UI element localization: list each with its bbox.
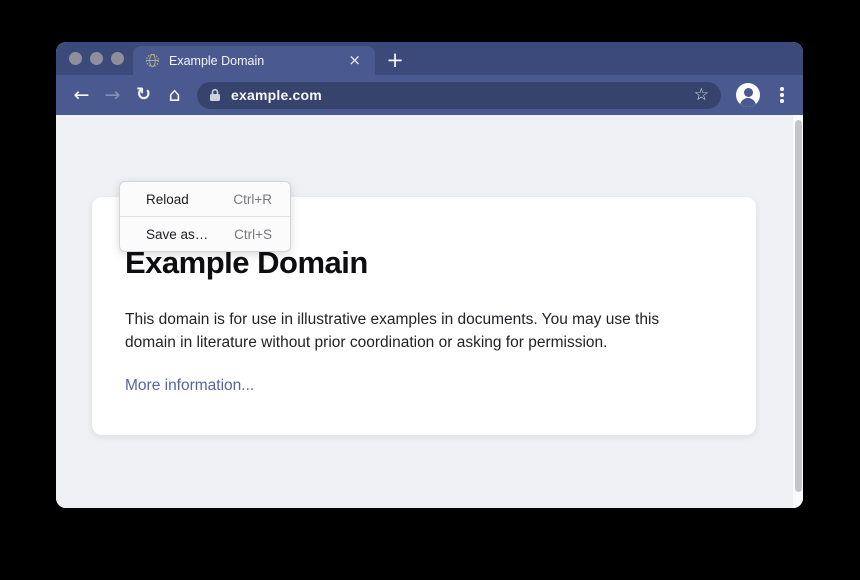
menu-item-label: Reload (146, 192, 189, 207)
home-button[interactable]: ⌂ (159, 86, 190, 105)
toolbar: ← → ↻ ⌂ example.com ☆ (56, 75, 803, 115)
back-button[interactable]: ← (66, 86, 97, 105)
tab-example-domain[interactable]: Example Domain × (133, 46, 375, 75)
minimize-window-button[interactable] (90, 52, 103, 65)
menu-item-label: Save as… (146, 227, 208, 242)
more-information-link[interactable]: More information... (125, 377, 254, 395)
desktop-background: { "colors": { "chrome_frame": "#3B497B",… (0, 0, 860, 580)
context-menu-item-reload[interactable]: Reload Ctrl+R (120, 182, 290, 216)
scrollbar (793, 115, 803, 508)
tab-title: Example Domain (169, 54, 346, 68)
context-menu: Reload Ctrl+R Save as… Ctrl+S (119, 181, 291, 252)
bookmark-star-icon[interactable]: ☆ (694, 87, 709, 104)
page-content: Example Domain This domain is for use in… (56, 115, 803, 508)
zoom-window-button[interactable] (111, 52, 124, 65)
scrollbar-thumb[interactable] (795, 120, 802, 492)
window-controls (69, 52, 124, 65)
menu-item-shortcut: Ctrl+R (233, 192, 272, 207)
lock-icon (209, 88, 221, 102)
close-window-button[interactable] (69, 52, 82, 65)
menu-kebab-icon[interactable] (773, 87, 791, 103)
profile-avatar-icon[interactable] (736, 83, 760, 107)
new-tab-button[interactable]: + (380, 45, 410, 74)
tab-strip: Example Domain × + (56, 42, 803, 75)
reload-button[interactable]: ↻ (128, 86, 159, 104)
tab-close-icon[interactable]: × (346, 52, 363, 69)
context-menu-item-save-as[interactable]: Save as… Ctrl+S (120, 217, 290, 251)
menu-item-shortcut: Ctrl+S (234, 227, 272, 242)
page-paragraph: This domain is for use in illustrative e… (125, 308, 710, 354)
browser-window: Example Domain × + ← → ↻ ⌂ example.com ☆… (56, 42, 803, 508)
forward-button[interactable]: → (97, 86, 128, 105)
url-text: example.com (231, 87, 322, 103)
favicon-globe-icon (145, 53, 160, 68)
address-bar[interactable]: example.com ☆ (197, 82, 721, 109)
